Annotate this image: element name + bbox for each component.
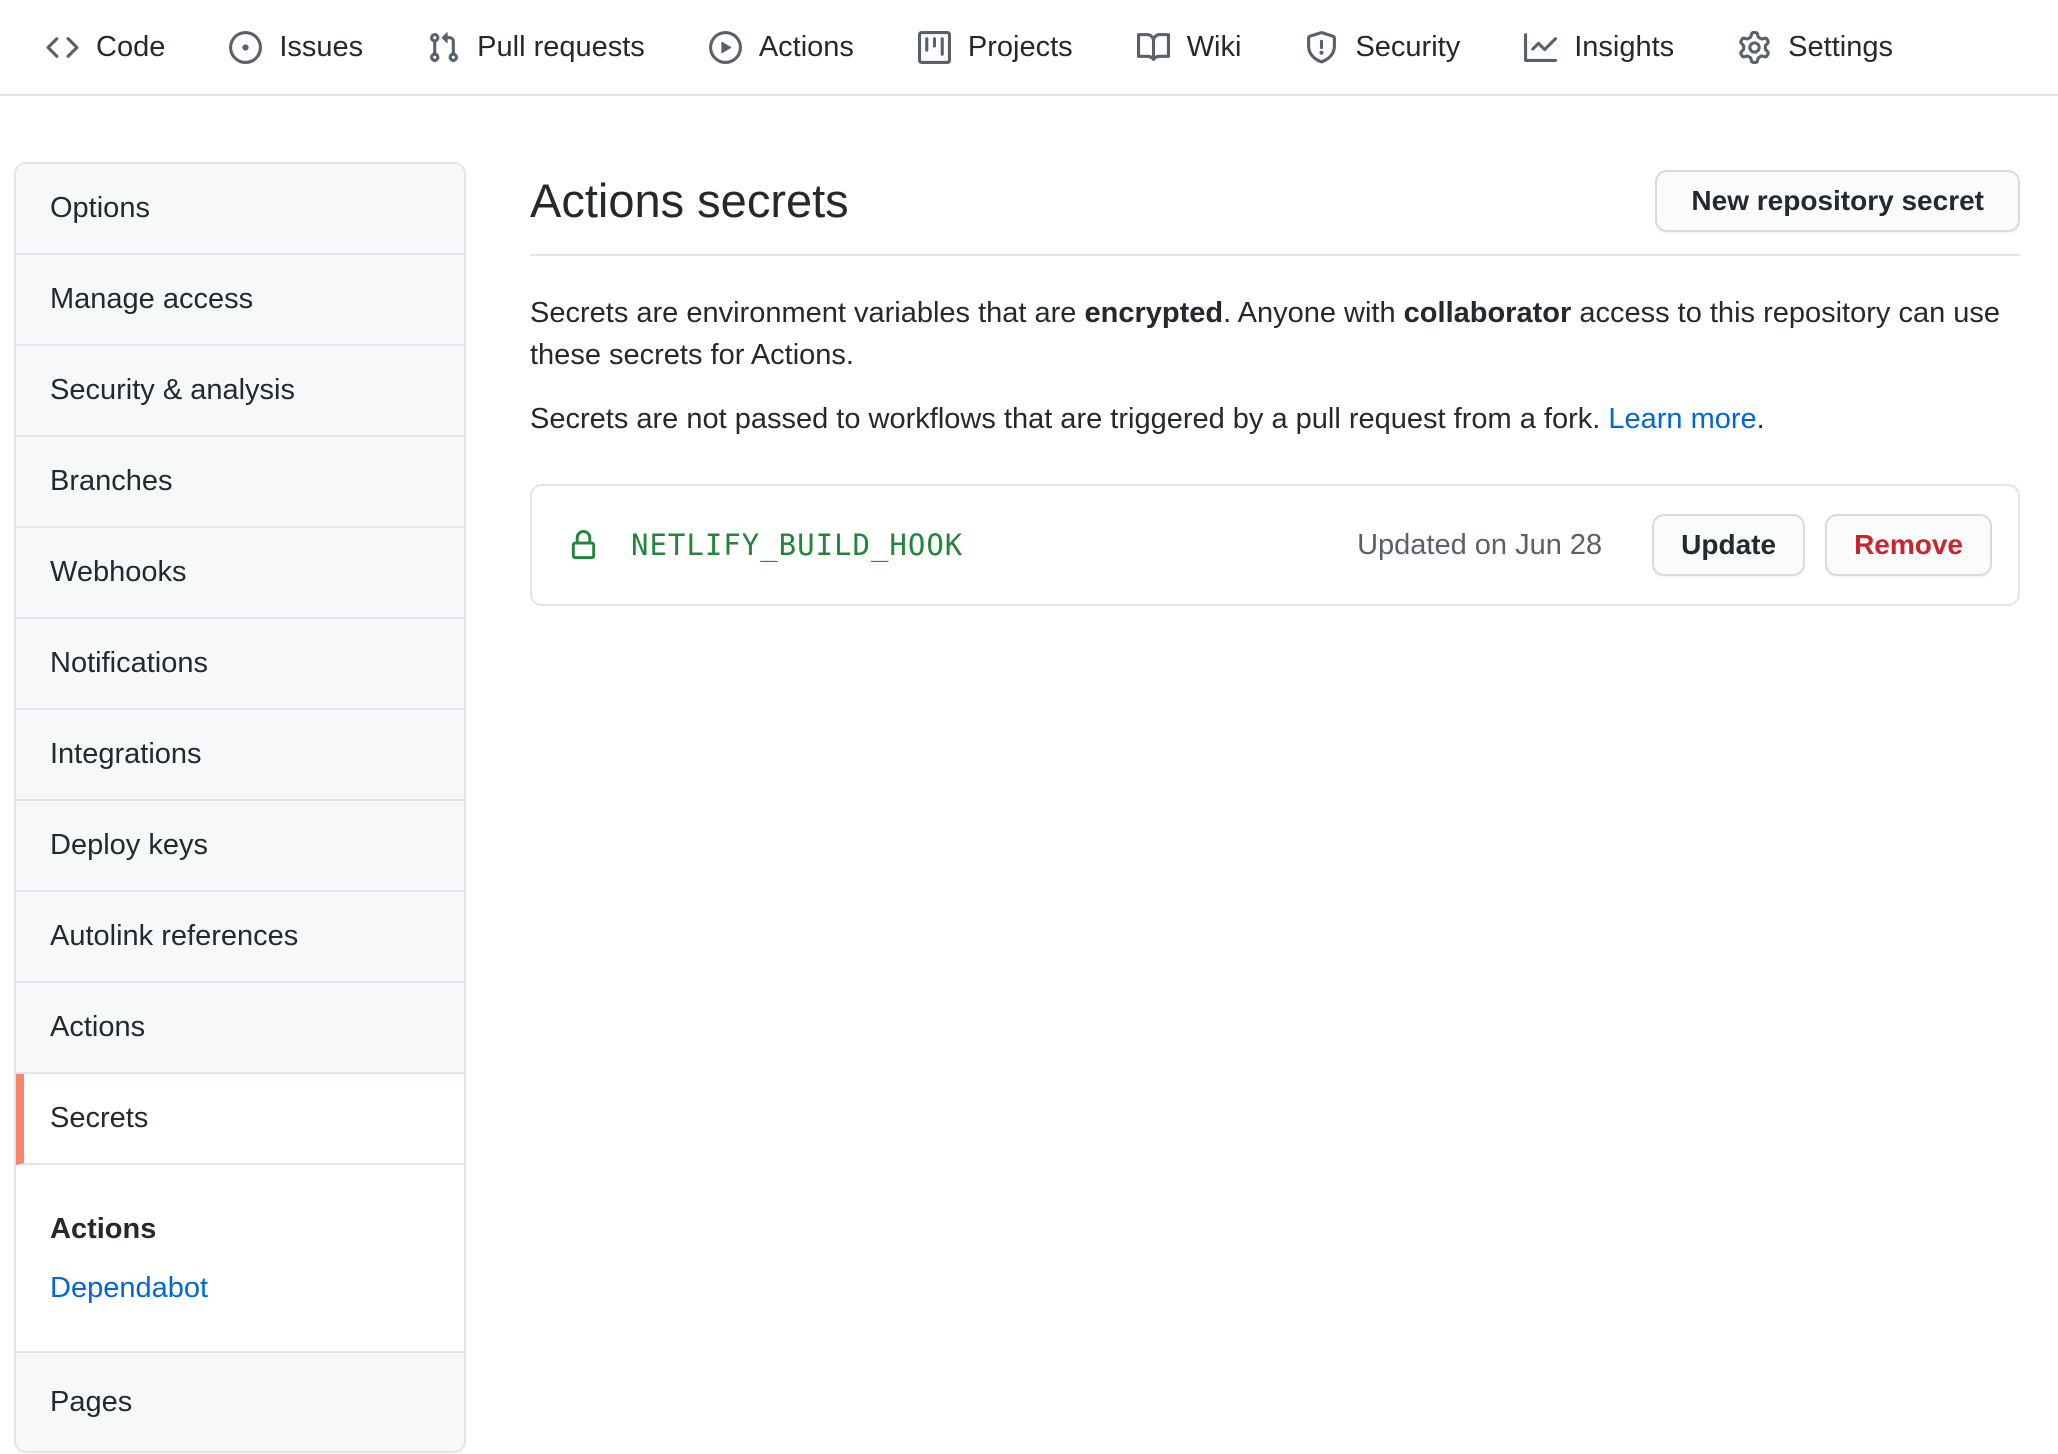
new-repository-secret-button[interactable]: New repository secret <box>1655 170 2020 232</box>
secret-actions: Update Remove <box>1652 514 1992 576</box>
secrets-subnav: Actions Dependabot <box>16 1165 464 1353</box>
secrets-description: Secrets are environment variables that a… <box>530 292 2020 376</box>
shield-icon <box>1305 31 1338 64</box>
sidebar-item-deploy-keys[interactable]: Deploy keys <box>16 801 464 892</box>
project-icon <box>918 31 951 64</box>
repo-nav: Code Issues Pull requests Actions Projects Wi… <box>0 0 2058 96</box>
nav-item-label: Actions <box>759 31 854 64</box>
sidebar-item-options[interactable]: Options <box>16 164 464 255</box>
book-icon <box>1137 31 1170 64</box>
sidebar-item-security-analysis[interactable]: Security & analysis <box>16 346 464 437</box>
sidebar-item-integrations[interactable]: Integrations <box>16 710 464 801</box>
page-header: Actions secrets New repository secret <box>530 162 2020 256</box>
learn-more-link[interactable]: Learn more <box>1608 403 1756 435</box>
secret-row: NETLIFY_BUILD_HOOK Updated on Jun 28 Upd… <box>530 484 2020 606</box>
settings-sidebar: OptionsManage accessSecurity & analysisB… <box>14 162 466 1453</box>
nav-item-insights[interactable]: Insights <box>1492 31 1706 64</box>
sidebar-item-webhooks[interactable]: Webhooks <box>16 528 464 619</box>
issue-opened-icon <box>229 31 262 64</box>
description-bold-collaborator: collaborator <box>1404 297 1572 329</box>
play-icon <box>709 31 742 64</box>
git-pull-request-icon <box>427 31 460 64</box>
subnav-item-actions[interactable]: Actions <box>50 1213 430 1246</box>
description-bold-encrypted: encrypted <box>1085 297 1224 329</box>
sidebar-item-autolink-references[interactable]: Autolink references <box>16 892 464 983</box>
sidebar-item-secrets[interactable]: Secrets <box>16 1074 464 1165</box>
nav-item-label: Settings <box>1788 31 1893 64</box>
secret-updated-date: Updated on Jun 28 <box>1357 529 1602 562</box>
nav-item-projects[interactable]: Projects <box>886 31 1105 64</box>
fork-note-text: Secrets are not passed to workflows that… <box>530 403 1608 435</box>
settings-layout: OptionsManage accessSecurity & analysisB… <box>0 96 2058 1453</box>
nav-item-label: Projects <box>968 31 1073 64</box>
nav-item-issues[interactable]: Issues <box>197 31 395 64</box>
sidebar-item-notifications[interactable]: Notifications <box>16 619 464 710</box>
graph-icon <box>1524 31 1557 64</box>
description-text: . Anyone with <box>1223 297 1404 329</box>
lock-icon <box>568 530 599 561</box>
nav-item-label: Issues <box>279 31 363 64</box>
sidebar-item-pages[interactable]: Pages <box>16 1353 464 1451</box>
gear-icon <box>1738 31 1771 64</box>
secret-name: NETLIFY_BUILD_HOOK <box>631 528 963 562</box>
nav-item-label: Wiki <box>1187 31 1242 64</box>
nav-item-actions[interactable]: Actions <box>677 31 886 64</box>
description-text: Secrets are environment variables that a… <box>530 297 1085 329</box>
nav-item-settings[interactable]: Settings <box>1706 31 1925 64</box>
nav-item-wiki[interactable]: Wiki <box>1105 31 1274 64</box>
sidebar-item-actions[interactable]: Actions <box>16 983 464 1074</box>
nav-item-pull-requests[interactable]: Pull requests <box>395 31 677 64</box>
sidebar-item-manage-access[interactable]: Manage access <box>16 255 464 346</box>
sidebar-item-branches[interactable]: Branches <box>16 437 464 528</box>
page-title: Actions secrets <box>530 173 849 229</box>
nav-item-label: Pull requests <box>477 31 645 64</box>
fork-note: Secrets are not passed to workflows that… <box>530 398 2020 440</box>
nav-item-label: Code <box>96 31 165 64</box>
nav-item-security[interactable]: Security <box>1273 31 1492 64</box>
nav-item-label: Security <box>1355 31 1460 64</box>
update-secret-button[interactable]: Update <box>1652 514 1805 576</box>
nav-item-code[interactable]: Code <box>14 31 197 64</box>
nav-item-label: Insights <box>1574 31 1674 64</box>
fork-note-period: . <box>1757 403 1765 435</box>
code-icon <box>46 31 79 64</box>
remove-secret-button[interactable]: Remove <box>1825 514 1992 576</box>
subnav-item-dependabot[interactable]: Dependabot <box>50 1272 208 1305</box>
main-content: Actions secrets New repository secret Se… <box>530 162 2020 606</box>
